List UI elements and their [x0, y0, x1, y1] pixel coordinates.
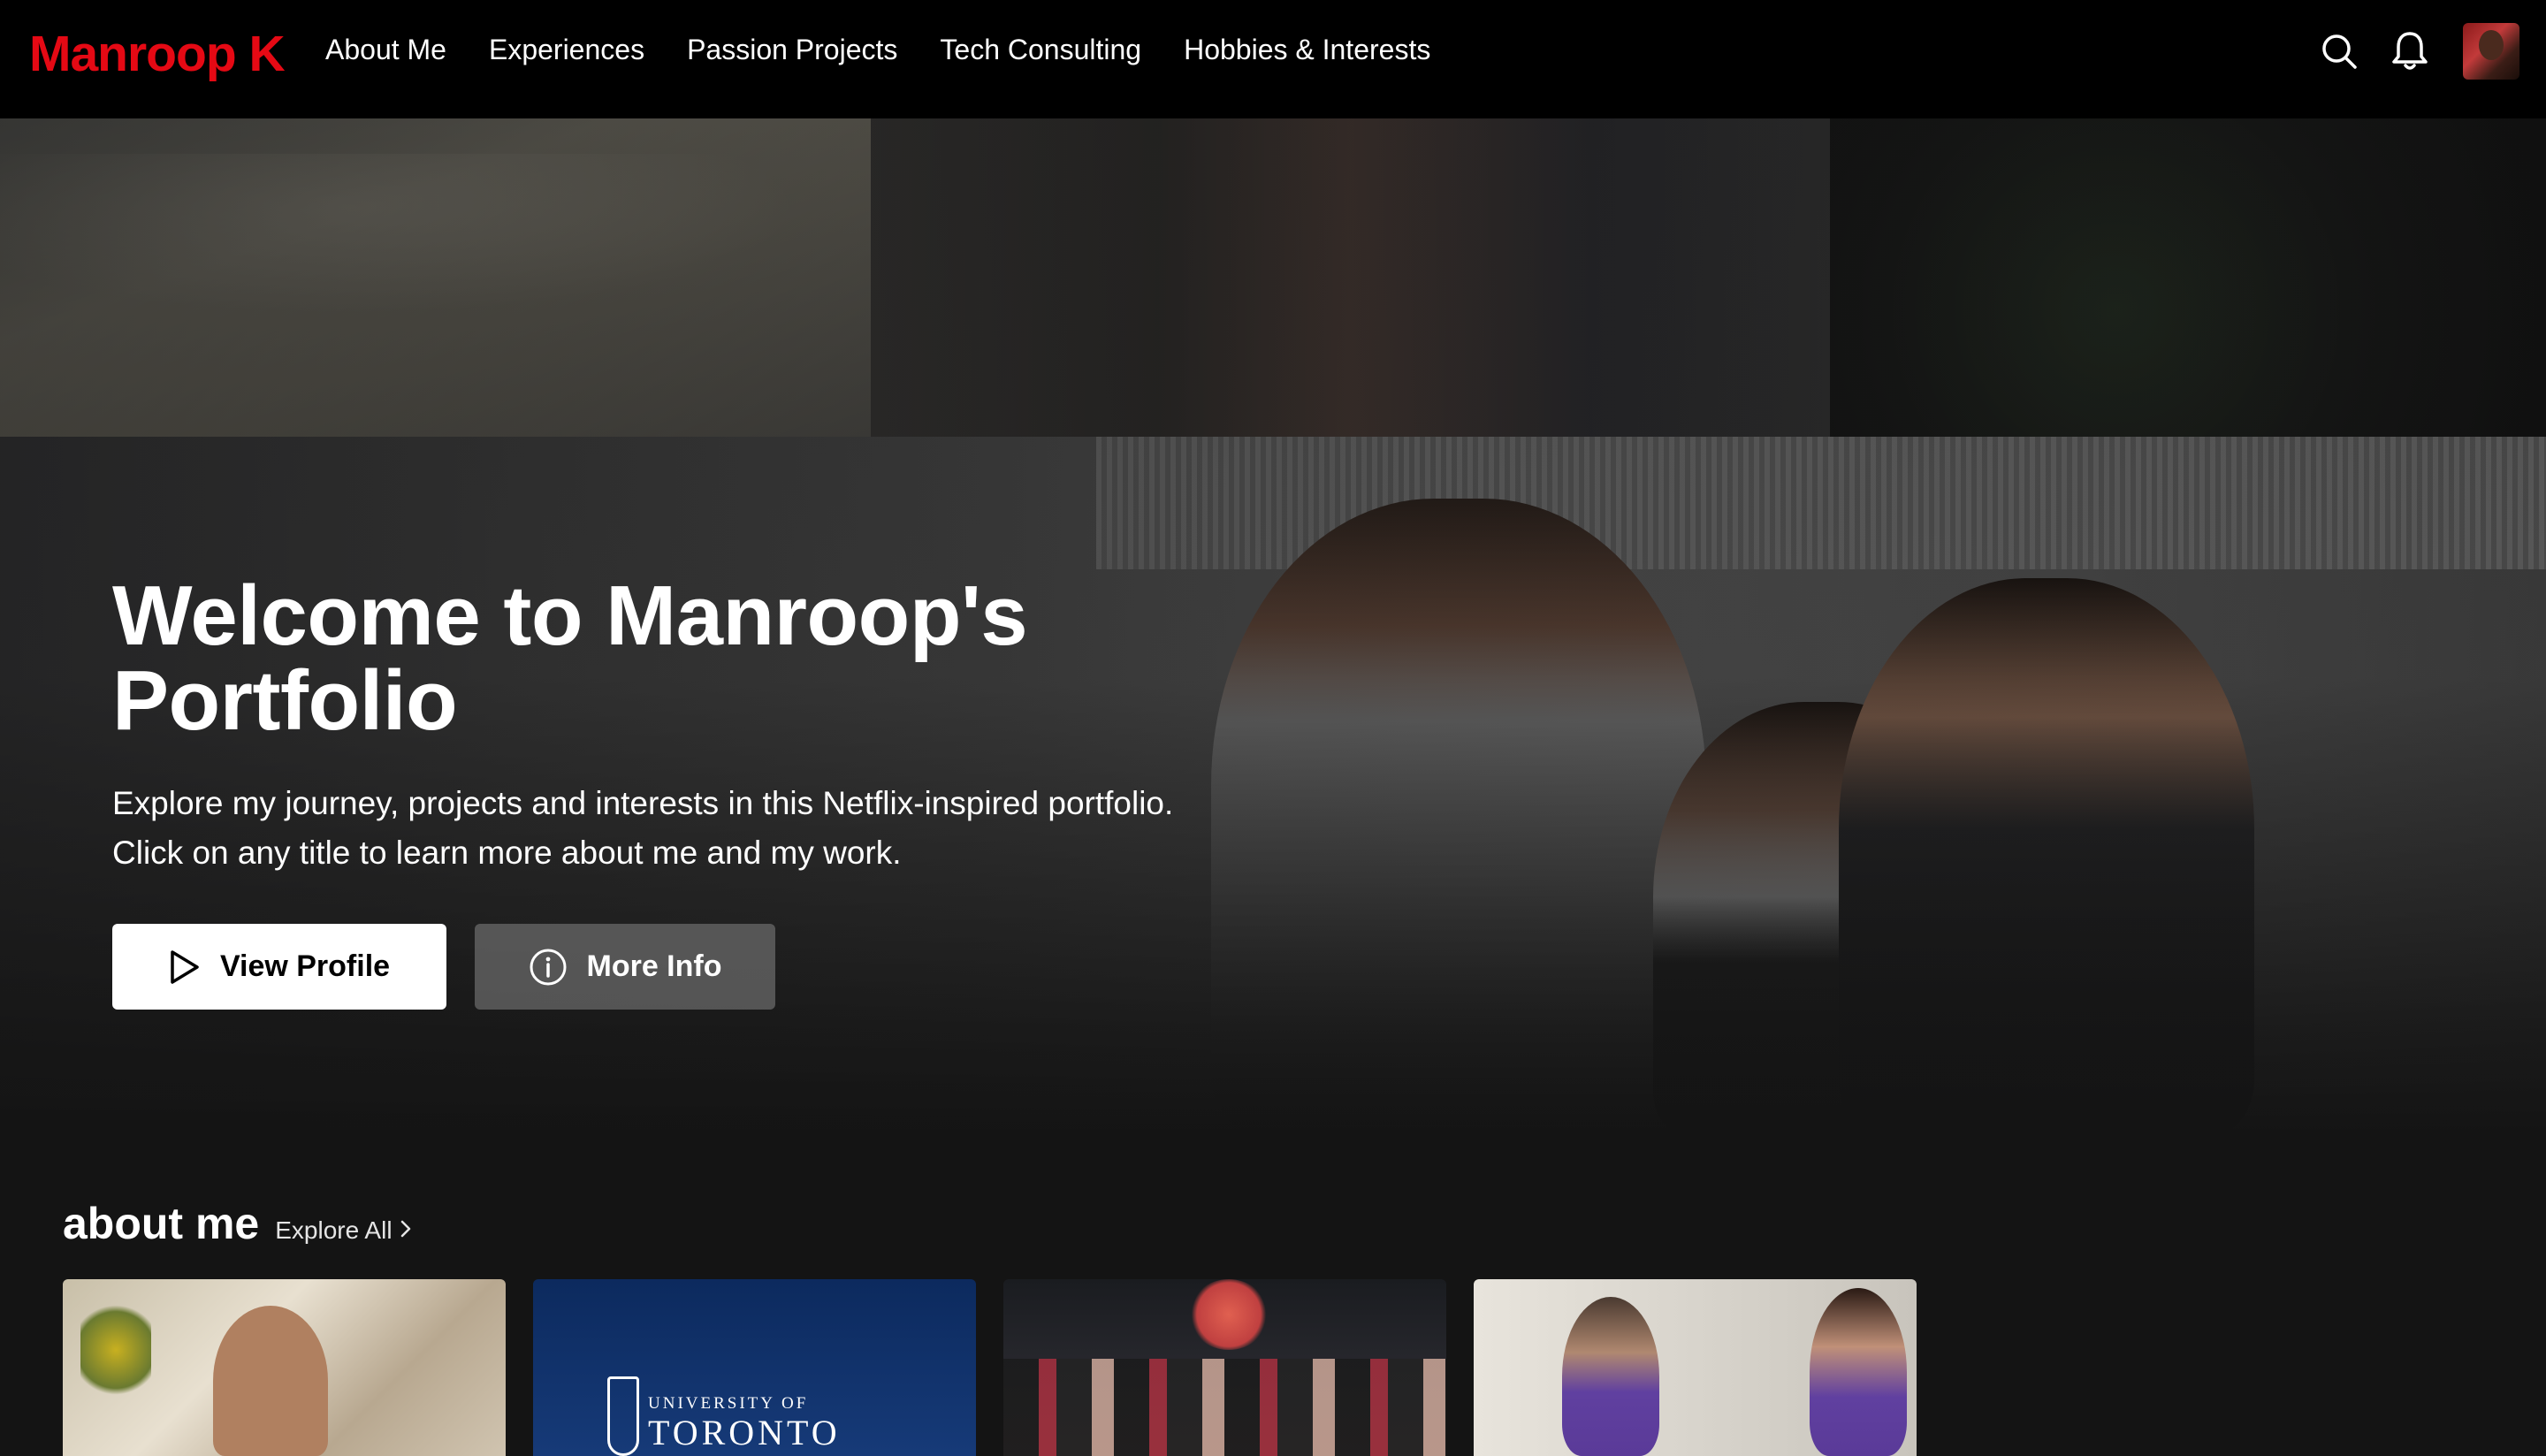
info-icon — [529, 948, 568, 987]
search-icon[interactable] — [2314, 27, 2364, 76]
row-title: about me — [63, 1199, 260, 1248]
hero-title-line-2: Portfolio — [112, 653, 458, 748]
explore-all-label: Explore All — [275, 1216, 393, 1244]
hero-description-line-1: Explore my journey, projects and interes… — [112, 785, 1174, 821]
nav-link-tech-consulting[interactable]: Tech Consulting — [940, 34, 1141, 66]
top-navbar: Manroop K About Me Experiences Passion P… — [0, 0, 2546, 118]
tile-caption-large: TORONTO — [648, 1413, 841, 1452]
hero-banner: Welcome to Manroop's Portfolio Explore my… — [0, 118, 2546, 1135]
hero-content: Welcome to Manroop's Portfolio Explore my… — [112, 574, 1262, 1010]
brand-logo[interactable]: Manroop K — [29, 25, 286, 83]
play-icon — [169, 949, 201, 985]
nav-right-controls — [2293, 23, 2519, 80]
hero-title: Welcome to Manroop's Portfolio — [112, 574, 1262, 743]
more-info-button[interactable]: More Info — [475, 924, 775, 1010]
tile-university-of-toronto[interactable]: UNIVERSITY OF TORONTO — [533, 1279, 976, 1456]
tile-list: UNIVERSITY OF TORONTO — [63, 1279, 2546, 1456]
nav-link-hobbies-interests[interactable]: Hobbies & Interests — [1184, 34, 1430, 66]
row-header: about me Explore All — [63, 1198, 2546, 1249]
nav-links: About Me Experiences Passion Projects Te… — [325, 34, 1473, 66]
hero-description: Explore my journey, projects and interes… — [112, 779, 1262, 878]
chevron-right-icon — [400, 1216, 412, 1245]
tile-childhood-photo[interactable] — [63, 1279, 506, 1456]
uoft-crest-icon — [607, 1376, 639, 1456]
hero-buttons: View Profile More Info — [112, 924, 1262, 1010]
more-info-label: More Info — [586, 949, 722, 983]
about-me-row: about me Explore All UNIVERSITY OF TORON… — [63, 1198, 2546, 1456]
nav-link-experiences[interactable]: Experiences — [489, 34, 644, 66]
view-profile-button[interactable]: View Profile — [112, 924, 446, 1010]
tile-friends-photo[interactable] — [1474, 1279, 1917, 1456]
explore-all-link[interactable]: Explore All — [275, 1216, 411, 1245]
view-profile-label: View Profile — [219, 949, 391, 983]
tile-caption-small: UNIVERSITY OF — [648, 1394, 809, 1413]
bell-icon[interactable] — [2385, 27, 2435, 76]
tile-graduation-photo[interactable] — [1003, 1279, 1446, 1456]
nav-link-about-me[interactable]: About Me — [325, 34, 446, 66]
hero-title-line-1: Welcome to Manroop's — [112, 568, 1028, 663]
hero-description-line-2: Click on any title to learn more about m… — [112, 835, 902, 871]
avatar[interactable] — [2463, 23, 2519, 80]
nav-link-passion-projects[interactable]: Passion Projects — [687, 34, 897, 66]
